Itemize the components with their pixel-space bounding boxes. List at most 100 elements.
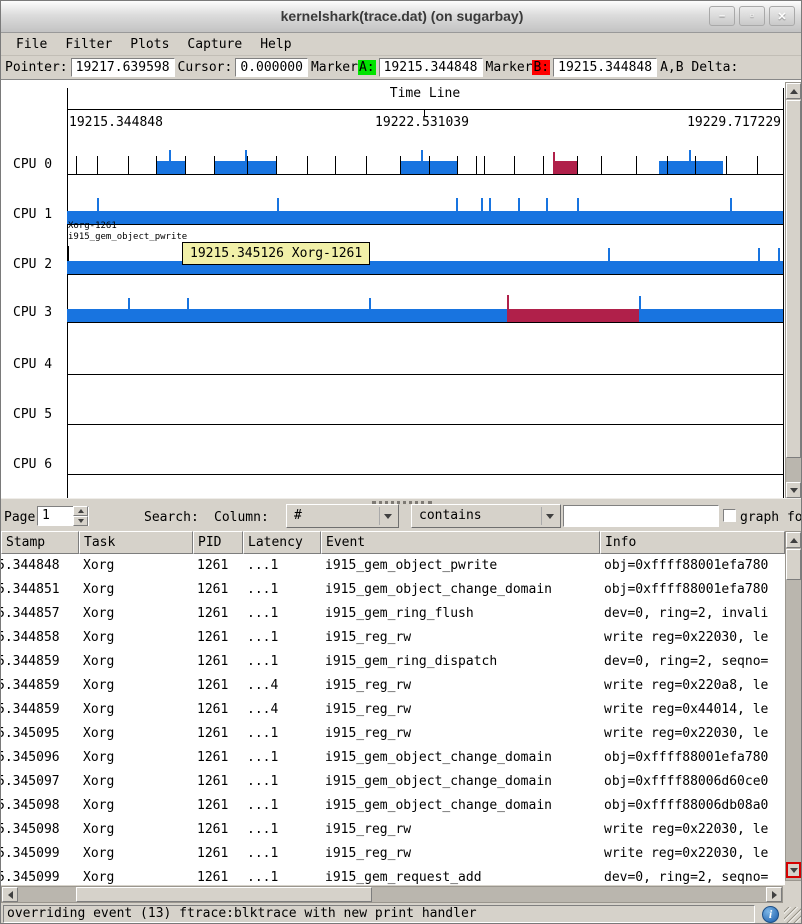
event-tick <box>636 156 637 174</box>
event-tick <box>730 198 732 211</box>
column-header-stamp[interactable]: Stamp <box>1 531 79 554</box>
column-select[interactable]: # <box>286 504 399 528</box>
table-horizontal-scrollbar[interactable] <box>1 886 783 903</box>
event-tick <box>577 156 578 174</box>
table-vertical-scrollbar[interactable] <box>785 531 802 881</box>
cell-latency: ...1 <box>243 554 321 578</box>
title-bar[interactable]: kernelshark(trace.dat) (on sugarbay) – ▫… <box>1 1 802 33</box>
table-row[interactable]: 5.344848Xorg1261...1i915_gem_object_pwri… <box>1 554 785 578</box>
cell-info: write reg=0x22030, le <box>600 842 785 866</box>
event-tick <box>601 156 602 174</box>
marker-b-prefix: Marker <box>486 60 533 75</box>
table-scroll-right-button[interactable] <box>766 887 782 902</box>
task-bar-segment[interactable] <box>507 309 639 322</box>
table-row[interactable]: 5.344858Xorg1261...1i915_reg_rwwrite reg… <box>1 626 785 650</box>
menu-item-capture[interactable]: Capture <box>178 35 251 54</box>
graph-tooltip: 19215.345126 Xorg-1261 <box>182 242 370 265</box>
info-icon[interactable]: i <box>762 906 779 923</box>
event-tick <box>639 296 641 309</box>
graph-scrollbar-thumb[interactable] <box>786 100 801 458</box>
event-tick <box>695 156 696 174</box>
table-row[interactable]: 5.344859Xorg1261...4i915_reg_rwwrite reg… <box>1 674 785 698</box>
cpu-baseline <box>67 424 784 425</box>
timeline-title: Time Line <box>67 86 783 101</box>
table-row[interactable]: 5.345096Xorg1261...1i915_gem_object_chan… <box>1 746 785 770</box>
table-scroll-up-button[interactable] <box>786 532 801 548</box>
task-bar-segment[interactable] <box>156 161 185 174</box>
chevron-down-icon <box>379 507 396 525</box>
match-select[interactable]: contains <box>411 504 561 528</box>
cell-latency: ...1 <box>243 746 321 770</box>
spin-up-icon <box>78 509 84 513</box>
cpu-label: CPU 1 <box>13 207 63 223</box>
table-scroll-left-button[interactable] <box>2 887 18 902</box>
table-row[interactable]: 5.345097Xorg1261...1i915_gem_object_chan… <box>1 770 785 794</box>
cell-event: i915_reg_rw <box>321 722 600 746</box>
event-tick <box>156 156 157 174</box>
cpu-baseline <box>67 174 784 175</box>
plot-right-border <box>783 88 784 499</box>
table-row[interactable]: 5.344851Xorg1261...1i915_gem_object_chan… <box>1 578 785 602</box>
cell-event: i915_gem_object_change_domain <box>321 794 600 818</box>
table-row[interactable]: 5.344859Xorg1261...4i915_reg_rwwrite reg… <box>1 698 785 722</box>
column-header-pid[interactable]: PID <box>193 531 243 554</box>
cpu-baseline <box>67 322 784 323</box>
menu-item-file[interactable]: File <box>7 35 56 54</box>
page-spin-down-button[interactable] <box>73 516 88 526</box>
maximize-button[interactable]: ▫ <box>739 6 765 26</box>
task-bar-segment[interactable] <box>214 161 276 174</box>
minimize-button[interactable]: – <box>709 6 735 26</box>
close-button[interactable]: ✕ <box>769 6 795 26</box>
task-bar-segment[interactable] <box>67 211 783 224</box>
graph-follows-checkbox[interactable] <box>723 509 736 522</box>
cell-info: obj=0xffff88006db08a0 <box>600 794 785 818</box>
axis-tick-label-right: 19229.717229 <box>687 115 781 130</box>
table-row[interactable]: 5.345099Xorg1261...1i915_gem_request_add… <box>1 866 785 885</box>
menu-item-plots[interactable]: Plots <box>121 35 178 54</box>
cell-latency: ...1 <box>243 866 321 885</box>
task-bar-segment[interactable] <box>553 161 577 174</box>
resize-grip-icon[interactable] <box>784 907 801 923</box>
cell-info: write reg=0x44014, le <box>600 698 785 722</box>
table-scroll-down-button[interactable] <box>786 862 801 878</box>
table-row[interactable]: 5.345095Xorg1261...1i915_reg_rwwrite reg… <box>1 722 785 746</box>
timeline-graph[interactable]: Time Line 19215.344848 19222.531039 1922… <box>1 79 802 498</box>
page-spin-up-button[interactable] <box>73 506 88 516</box>
event-tick <box>481 198 483 211</box>
column-label: Column: <box>214 510 269 525</box>
event-tick <box>128 298 130 309</box>
task-bar-segment[interactable] <box>639 309 783 322</box>
cell-stamp: 5.344859 <box>1 698 79 722</box>
event-tick <box>68 246 69 261</box>
menu-item-help[interactable]: Help <box>251 35 300 54</box>
menu-item-filter[interactable]: Filter <box>56 35 121 54</box>
table-row[interactable]: 5.344859Xorg1261...1i915_gem_ring_dispat… <box>1 650 785 674</box>
event-tick <box>758 248 760 261</box>
table-row[interactable]: 5.344857Xorg1261...1i915_gem_ring_flushd… <box>1 602 785 626</box>
table-row[interactable]: 5.345098Xorg1261...1i915_gem_object_chan… <box>1 794 785 818</box>
graph-scroll-up-button[interactable] <box>786 83 801 99</box>
graph-scroll-down-button[interactable] <box>786 482 801 498</box>
task-bar-segment[interactable] <box>659 161 723 174</box>
table-row[interactable]: 5.345099Xorg1261...1i915_reg_rwwrite reg… <box>1 842 785 866</box>
pointer-label: Pointer: <box>5 60 68 75</box>
task-bar-segment[interactable] <box>67 309 507 322</box>
search-input[interactable] <box>563 505 719 527</box>
table-scrollbar-thumb[interactable] <box>786 549 801 580</box>
graph-vertical-scrollbar[interactable] <box>785 82 802 499</box>
table-row[interactable]: 5.345098Xorg1261...1i915_reg_rwwrite reg… <box>1 818 785 842</box>
column-header-info[interactable]: Info <box>600 531 785 554</box>
cell-pid: 1261 <box>193 866 243 885</box>
column-header-event[interactable]: Event <box>321 531 600 554</box>
table-hscrollbar-thumb[interactable] <box>76 887 372 902</box>
cell-stamp: 5.344858 <box>1 626 79 650</box>
marker-b-badge: B: <box>532 60 550 75</box>
column-header-task[interactable]: Task <box>79 531 193 554</box>
cell-pid: 1261 <box>193 818 243 842</box>
marker-a-value: 19215.344848 <box>379 58 483 77</box>
event-tick <box>778 248 780 261</box>
event-table[interactable]: 5.344848Xorg1261...1i915_gem_object_pwri… <box>1 554 785 885</box>
column-header-latency[interactable]: Latency <box>243 531 321 554</box>
task-bar-segment[interactable] <box>67 261 783 274</box>
chevron-down-icon <box>541 507 558 525</box>
